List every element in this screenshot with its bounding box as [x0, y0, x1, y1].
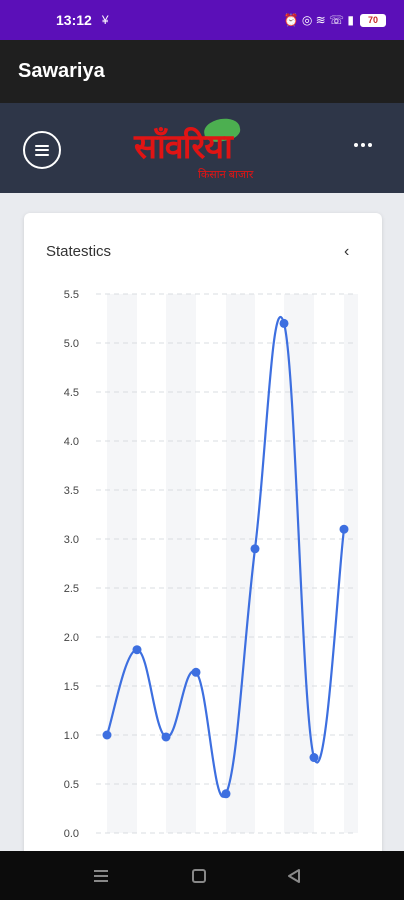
back-icon[interactable]: [287, 868, 301, 884]
menu-button[interactable]: [23, 131, 61, 169]
more-options-button[interactable]: [354, 143, 372, 147]
app-bar: Sawariya: [0, 40, 404, 103]
logo-subtext: किसान बाजार: [198, 169, 254, 181]
recents-icon[interactable]: [94, 870, 108, 882]
status-icons: ⏰ ◎ ≋ ☏ ▮ 70: [284, 13, 386, 27]
status-time: 13:12: [56, 12, 92, 28]
app-title: Sawariya: [18, 60, 105, 82]
home-icon[interactable]: [192, 869, 206, 883]
battery-icon: 70: [360, 13, 386, 27]
hamburger-icon: [35, 144, 49, 156]
logo-text: साँवरिया: [134, 127, 233, 167]
navigation-bar: [0, 851, 404, 900]
statistics-card: Statestics ‹: [24, 213, 382, 873]
status-symbols-icon: ⏰ ◎ ≋ ☏ ▮: [283, 13, 354, 27]
card-title: Statestics: [46, 243, 112, 260]
top-header: साँवरिया किसान बाजार: [0, 103, 404, 193]
status-bar: 13:12 ¥ ⏰ ◎ ≋ ☏ ▮ 70: [0, 0, 404, 40]
carrier-symbol: ¥: [101, 13, 109, 27]
more-dots-icon: [354, 143, 358, 147]
logo: साँवरिया किसान बाजार: [128, 116, 278, 183]
chevron-left-icon[interactable]: ‹: [344, 243, 349, 261]
